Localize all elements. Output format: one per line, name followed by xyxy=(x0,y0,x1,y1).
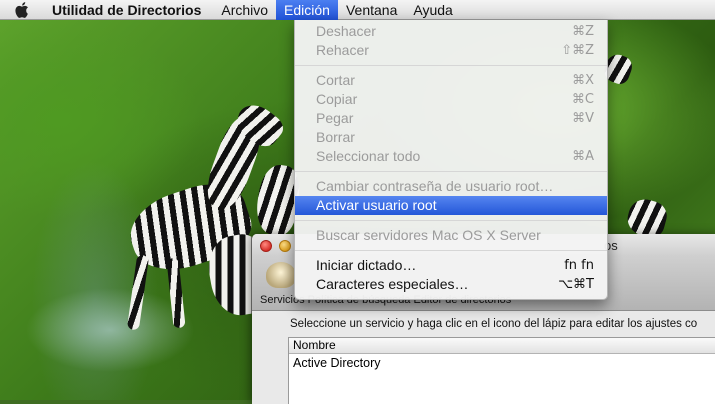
menu-bar: Utilidad de Directorios Archivo Edición … xyxy=(0,0,715,20)
menu-item-rehacer[interactable]: Rehacer ⇧⌘Z xyxy=(295,41,607,60)
menu-ayuda[interactable]: Ayuda xyxy=(405,0,460,20)
menu-edicion[interactable]: Edición xyxy=(276,0,338,20)
menu-item-cambiar-contrasena-root[interactable]: Cambiar contraseña de usuario root… xyxy=(295,177,607,196)
menu-archivo[interactable]: Archivo xyxy=(213,0,276,20)
menu-item-borrar[interactable]: Borrar xyxy=(295,128,607,147)
table-row[interactable]: Active Directory xyxy=(289,354,715,373)
menu-item-seleccionar-todo[interactable]: Seleccionar todo ⌘A xyxy=(295,147,607,166)
edit-menu-dropdown: Deshacer ⌘Z Rehacer ⇧⌘Z Cortar ⌘X Copiar… xyxy=(294,20,608,300)
menu-item-shortcut: ⌘V xyxy=(572,111,594,126)
menu-item-pegar[interactable]: Pegar ⌘V xyxy=(295,109,607,128)
menu-item-label: Seleccionar todo xyxy=(316,148,421,164)
menu-item-shortcut: ⌘X xyxy=(572,73,594,88)
menu-item-shortcut: ⌘Z xyxy=(572,24,594,39)
menu-item-label: Pegar xyxy=(316,110,354,126)
menu-item-cortar[interactable]: Cortar ⌘X xyxy=(295,71,607,90)
menu-item-label: Cambiar contraseña de usuario root… xyxy=(316,178,554,194)
menu-item-caracteres-especiales[interactable]: Caracteres especiales… ⌥⌘T xyxy=(295,275,607,294)
menu-item-iniciar-dictado[interactable]: Iniciar dictado… fn fn xyxy=(295,256,607,275)
menu-item-shortcut: ⌥⌘T xyxy=(558,277,594,292)
menu-item-label: Rehacer xyxy=(316,42,369,58)
menu-item-label: Caracteres especiales… xyxy=(316,276,469,292)
minimize-window-button[interactable] xyxy=(279,240,291,252)
window-content: Seleccione un servicio y haga clic en el… xyxy=(252,311,715,404)
menu-item-shortcut: fn fn xyxy=(564,258,594,273)
menu-item-label: Iniciar dictado… xyxy=(316,257,417,273)
menu-separator xyxy=(295,171,607,172)
apple-icon[interactable] xyxy=(14,1,30,18)
menu-item-label: Deshacer xyxy=(316,23,376,39)
menu-separator xyxy=(295,220,607,221)
menu-item-label: Buscar servidores Mac OS X Server xyxy=(316,227,541,243)
menu-item-shortcut: ⌘A xyxy=(572,149,594,164)
table-header-nombre[interactable]: Nombre xyxy=(289,338,715,354)
menu-item-label: Copiar xyxy=(316,91,358,107)
menu-item-shortcut: ⇧⌘Z xyxy=(561,43,594,58)
menu-separator xyxy=(295,250,607,251)
menu-separator xyxy=(295,65,607,66)
menu-item-label: Activar usuario root xyxy=(316,197,437,213)
menu-item-deshacer[interactable]: Deshacer ⌘Z xyxy=(295,22,607,41)
services-toolbar-icon[interactable] xyxy=(266,262,296,288)
menu-item-label: Borrar xyxy=(316,129,355,145)
menu-item-label: Cortar xyxy=(316,72,355,88)
menu-item-copiar[interactable]: Copiar ⌘C xyxy=(295,90,607,109)
menu-app-name[interactable]: Utilidad de Directorios xyxy=(52,0,209,20)
instructions-text: Seleccione un servicio y haga clic en el… xyxy=(290,318,698,330)
menu-ventana[interactable]: Ventana xyxy=(338,0,405,20)
services-table: Nombre Active Directory xyxy=(288,337,715,404)
close-window-button[interactable] xyxy=(260,240,272,252)
menu-item-buscar-servidores[interactable]: Buscar servidores Mac OS X Server xyxy=(295,226,607,245)
menu-item-shortcut: ⌘C xyxy=(571,92,594,107)
menu-item-activar-usuario-root[interactable]: Activar usuario root xyxy=(295,196,607,215)
zebra-leg xyxy=(126,254,150,331)
